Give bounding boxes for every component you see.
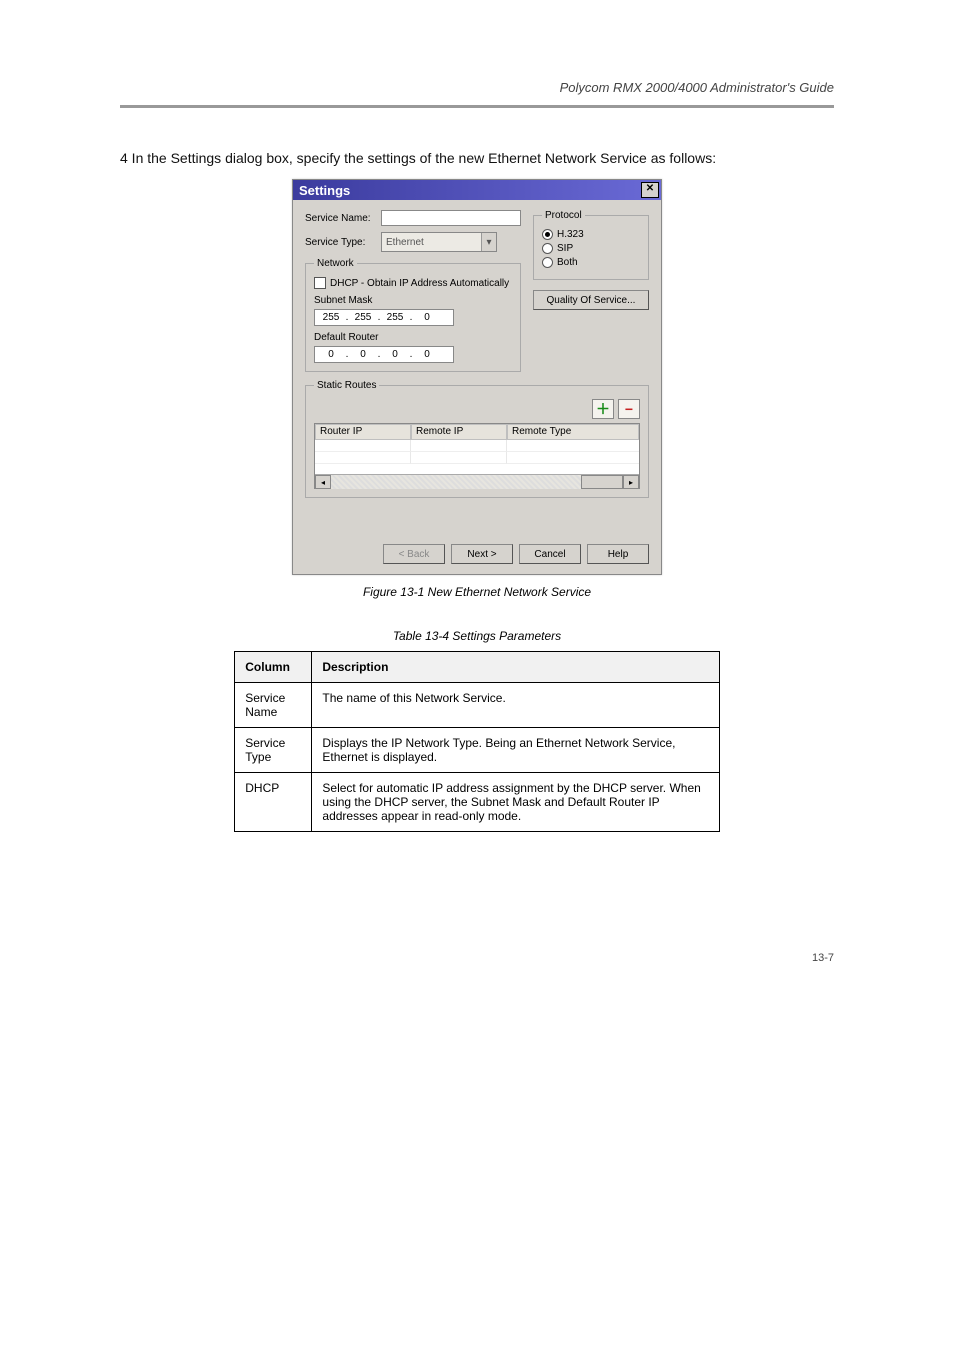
service-name-label: Service Name: (305, 213, 381, 224)
settings-parameters-table: Column Description Service Name The name… (234, 651, 720, 832)
dialog-title: Settings (299, 183, 350, 198)
table-row: Service Type Displays the IP Network Typ… (235, 728, 720, 773)
cell-desc: Displays the IP Network Type. Being an E… (312, 728, 719, 773)
protocol-radio-h323[interactable] (542, 229, 553, 240)
header-divider (120, 105, 834, 108)
header-right: Polycom RMX 2000/4000 Administrator's Gu… (560, 80, 834, 95)
routes-header-router-ip[interactable]: Router IP (315, 424, 411, 440)
service-type-label: Service Type: (305, 237, 381, 248)
table-row: DHCP Select for automatic IP address ass… (235, 773, 720, 832)
plus-icon: ＋ (596, 399, 610, 419)
router-oct-2: 0 (351, 349, 375, 360)
router-oct-4: 0 (415, 349, 439, 360)
qos-button[interactable]: Quality Of Service... (533, 290, 649, 310)
minus-icon: − (625, 401, 633, 417)
router-label: Default Router (314, 332, 512, 343)
cell-col: Service Type (235, 728, 312, 773)
figure-caption: Figure 13-1 New Ethernet Network Service (120, 585, 834, 599)
router-oct-3: 0 (383, 349, 407, 360)
instruction-text: 4 In the Settings dialog box, specify th… (120, 148, 834, 169)
scroll-track[interactable] (331, 475, 581, 489)
scroll-left-icon[interactable]: ◂ (315, 475, 331, 489)
protocol-legend: Protocol (542, 210, 585, 221)
subnet-label: Subnet Mask (314, 295, 512, 306)
protocol-label-h323: H.323 (557, 229, 584, 240)
help-button[interactable]: Help (587, 544, 649, 564)
scroll-thumb[interactable] (581, 475, 623, 489)
cell-col: Service Name (235, 683, 312, 728)
network-group: Network DHCP - Obtain IP Address Automat… (305, 258, 521, 372)
footer-right: 13-7 (812, 952, 834, 964)
protocol-radio-both[interactable] (542, 257, 553, 268)
add-route-button[interactable]: ＋ (592, 399, 614, 419)
cell-desc: Select for automatic IP address assignme… (312, 773, 719, 832)
protocol-label-both: Both (557, 257, 578, 268)
cell-col: DHCP (235, 773, 312, 832)
protocol-group: Protocol H.323 SIP Both (533, 210, 649, 280)
subnet-oct-3: 255 (383, 312, 407, 323)
routes-scrollbar[interactable]: ◂ ▸ (315, 474, 639, 489)
subnet-oct-2: 255 (351, 312, 375, 323)
routes-header-remote-ip[interactable]: Remote IP (411, 424, 507, 440)
subnet-oct-4: 0 (415, 312, 439, 323)
subnet-input[interactable]: 255. 255. 255. 0 (314, 309, 454, 326)
dhcp-checkbox[interactable] (314, 277, 326, 289)
scroll-right-icon[interactable]: ▸ (623, 475, 639, 489)
cancel-button[interactable]: Cancel (519, 544, 581, 564)
table-row: Service Name The name of this Network Se… (235, 683, 720, 728)
router-oct-1: 0 (319, 349, 343, 360)
table-header-description: Description (312, 652, 719, 683)
close-icon[interactable]: ✕ (641, 182, 659, 198)
routes-header-remote-type[interactable]: Remote Type (507, 424, 639, 440)
subnet-oct-1: 255 (319, 312, 343, 323)
table-header-column: Column (235, 652, 312, 683)
protocol-label-sip: SIP (557, 243, 573, 254)
network-legend: Network (314, 258, 357, 269)
service-name-input[interactable] (381, 210, 521, 226)
router-input[interactable]: 0. 0. 0. 0 (314, 346, 454, 363)
service-type-value: Ethernet (386, 237, 424, 248)
dhcp-label: DHCP - Obtain IP Address Automatically (330, 278, 509, 289)
remove-route-button[interactable]: − (618, 399, 640, 419)
chevron-down-icon: ▾ (481, 233, 496, 251)
protocol-radio-sip[interactable] (542, 243, 553, 254)
routes-table: Router IP Remote IP Remote Type ◂ (314, 423, 640, 489)
service-type-select[interactable]: Ethernet ▾ (381, 232, 497, 252)
cell-desc: The name of this Network Service. (312, 683, 719, 728)
dialog-titlebar: Settings ✕ (293, 180, 661, 200)
settings-dialog: Settings ✕ Service Name: Service Type: E… (292, 179, 662, 575)
static-routes-legend: Static Routes (314, 380, 379, 391)
static-routes-group: Static Routes ＋ − Router IP Remote IP (305, 380, 649, 498)
back-button: < Back (383, 544, 445, 564)
table-caption: Table 13-4 Settings Parameters (120, 629, 834, 643)
routes-body[interactable] (315, 440, 639, 474)
next-button[interactable]: Next > (451, 544, 513, 564)
